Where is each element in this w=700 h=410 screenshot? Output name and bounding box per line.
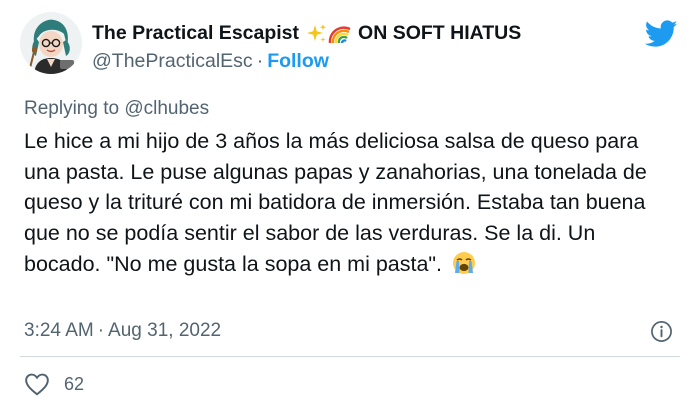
user-handle[interactable]: @ThePracticalEsc: [92, 50, 253, 72]
heart-icon[interactable]: [24, 372, 50, 396]
tweet-date[interactable]: Aug 31, 2022: [108, 320, 221, 341]
replying-to-handle[interactable]: @clhubes: [124, 98, 209, 119]
tweet-time[interactable]: 3:24 AM: [24, 320, 94, 341]
loudly-crying-face-icon: [452, 251, 476, 284]
twitter-bird-icon[interactable]: [645, 20, 678, 48]
cartoon-avatar-icon[interactable]: [20, 12, 82, 74]
timestamp-line[interactable]: 3:24 AM · Aug 31, 2022: [24, 320, 221, 342]
rainbow-icon: [328, 25, 351, 43]
replying-prefix: Replying to: [24, 98, 120, 119]
divider: [20, 356, 680, 357]
display-name[interactable]: The Practical Escapist: [92, 22, 299, 45]
handle-row: @ThePracticalEsc · Follow: [92, 50, 329, 73]
follow-button[interactable]: Follow: [267, 50, 329, 72]
separator: ·: [97, 320, 105, 341]
replying-to-line: Replying to @clhubes: [24, 98, 209, 120]
like-action[interactable]: 62: [24, 372, 84, 396]
tweet-text: Le hice a mi hijo de 3 años la más delic…: [24, 129, 647, 276]
tweet-body: Le hice a mi hijo de 3 años la más delic…: [24, 126, 674, 284]
separator: ·: [256, 50, 264, 72]
sparkles-icon: [307, 23, 327, 42]
tweet-card: The Practical Escapist ON SOFT HIATUS @T…: [0, 0, 700, 410]
info-icon[interactable]: [650, 320, 673, 343]
name-suffix: ON SOFT HIATUS: [358, 22, 522, 44]
like-count: 62: [64, 373, 85, 394]
author-name-row[interactable]: The Practical Escapist ON SOFT HIATUS: [92, 22, 521, 45]
